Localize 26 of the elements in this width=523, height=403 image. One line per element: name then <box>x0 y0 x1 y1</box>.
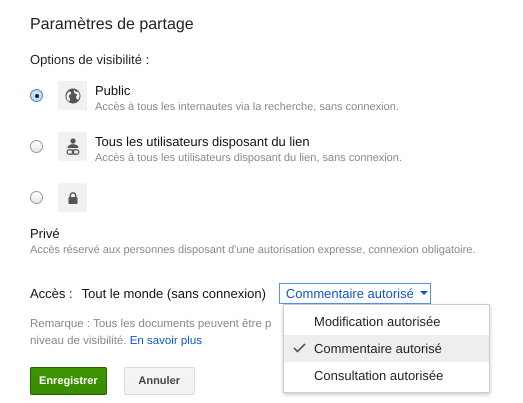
note-text: Remarque : Tous les documents peuvent être p <box>30 318 272 330</box>
radio-button[interactable] <box>30 89 43 102</box>
dialog-title: Paramètres de partage <box>30 16 195 34</box>
option-title: Public <box>95 83 132 98</box>
option-title: Tous les utilisateurs disposant du lien <box>95 134 311 149</box>
access-value: Tout le monde (sans connexion) <box>82 286 266 300</box>
section-heading: Options de visibilité : <box>30 52 150 67</box>
menu-item[interactable]: Consultation autorisée <box>284 362 489 389</box>
radio-button[interactable] <box>30 191 43 204</box>
option-description: Accès réservé aux personnes disposant d'une autorisation expresse, connexion obligatoire. <box>30 244 476 256</box>
user-link-icon <box>66 138 80 156</box>
option-description: Accès à tous les utilisateurs disposant du lien, sans connexion. <box>95 152 402 164</box>
learn-more-link[interactable]: En savoir plus <box>130 335 202 347</box>
access-label: Accès : <box>30 286 73 300</box>
menu-item[interactable]: Commentaire autorisé <box>284 335 489 362</box>
permission-dropdown[interactable]: Commentaire autorisé <box>278 282 431 304</box>
option-title: Privé <box>30 226 61 241</box>
menu-item[interactable]: Modification autorisée <box>284 308 489 335</box>
cancel-button[interactable]: Annuler <box>124 367 195 395</box>
radio-button[interactable] <box>30 140 43 153</box>
option-description: Accès à tous les internautes via la recherche, sans connexion. <box>95 101 399 113</box>
check-icon <box>293 343 306 353</box>
note-text: niveau de visibilité. <box>30 335 127 347</box>
globe-icon <box>64 88 80 104</box>
save-button[interactable]: Enregistrer <box>30 367 107 395</box>
lock-icon <box>68 192 78 204</box>
